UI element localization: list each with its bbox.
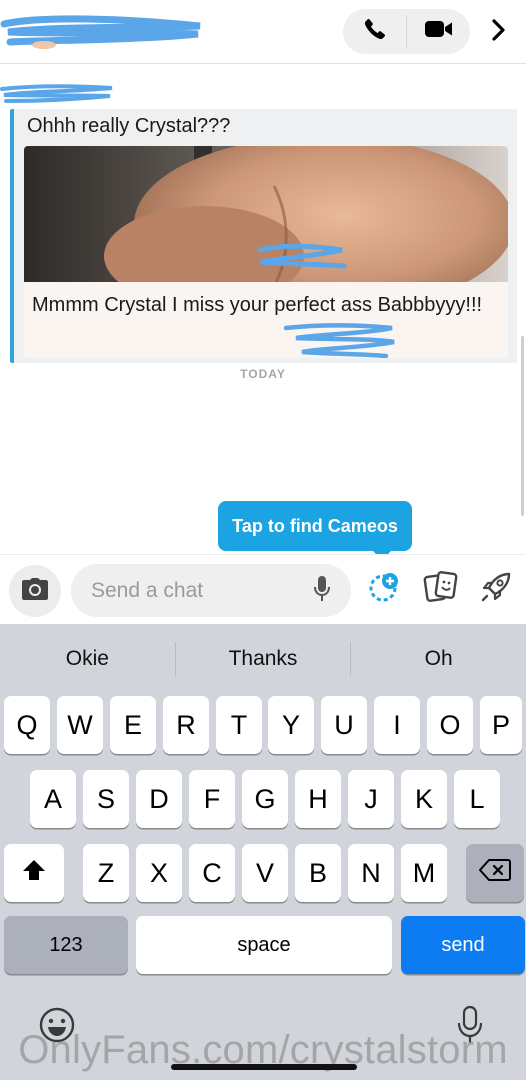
redacted-sender-scribble [0,83,120,110]
chat-header [0,0,526,64]
camera-button[interactable] [9,565,61,617]
stickers-card-icon [423,570,459,609]
key-z[interactable]: Z [83,844,129,902]
suggestion-1[interactable]: Okie [0,638,175,680]
chat-thread: Ohhh really Crystal??? Mmmm Crystal I mi… [0,64,526,560]
key-k[interactable]: K [401,770,447,828]
key-b[interactable]: B [295,844,341,902]
key-g[interactable]: G [242,770,288,828]
voice-note-button[interactable] [308,574,336,608]
key-u[interactable]: U [321,696,367,754]
ios-keyboard: Okie Thanks Oh Q W E R T Y U I O P A S D… [0,624,526,1080]
video-call-button[interactable] [407,9,470,54]
composer-bar [0,554,526,624]
games-button[interactable] [476,569,516,609]
rocket-icon [479,570,513,609]
delete-key[interactable] [466,844,524,902]
key-v[interactable]: V [242,844,288,902]
key-i[interactable]: I [374,696,420,754]
key-s[interactable]: S [83,770,129,828]
suggestion-3[interactable]: Oh [351,638,526,680]
video-camera-icon [424,18,454,45]
date-divider: TODAY [240,367,286,381]
key-w[interactable]: W [57,696,103,754]
key-a[interactable]: A [30,770,76,828]
chevron-right-icon [491,18,507,47]
redacted-caption-scribble [282,322,402,358]
stickers-button[interactable] [421,569,461,609]
call-actions [343,9,470,54]
backspace-icon [479,858,511,889]
predictive-bar: Okie Thanks Oh [0,638,526,680]
cameo-face-icon [367,570,401,609]
suggestion-2[interactable]: Thanks [176,638,351,680]
cameo-button[interactable] [364,569,404,609]
key-j[interactable]: J [348,770,394,828]
key-e[interactable]: E [110,696,156,754]
key-t[interactable]: T [216,696,262,754]
key-f[interactable]: F [189,770,235,828]
cameos-tooltip[interactable]: Tap to find Cameos [218,501,412,551]
space-key[interactable]: space [136,916,392,974]
snap-caption: Mmmm Crystal I miss your perfect ass Bab… [32,294,483,316]
key-l[interactable]: L [454,770,500,828]
send-key[interactable]: send [401,916,525,974]
more-options-button[interactable] [484,14,514,50]
home-indicator[interactable] [171,1064,357,1070]
key-q[interactable]: Q [4,696,50,754]
microphone-icon [313,575,331,608]
key-y[interactable]: Y [268,696,314,754]
shift-arrow-icon [21,858,47,889]
key-m[interactable]: M [401,844,447,902]
key-o[interactable]: O [427,696,473,754]
key-h[interactable]: H [295,770,341,828]
camera-icon [21,577,49,606]
quoted-text: Ohhh really Crystal??? [27,115,231,137]
snap-photo[interactable] [24,146,508,282]
redacted-username-scribble [0,10,210,50]
shift-key[interactable] [4,844,64,902]
key-x[interactable]: X [136,844,182,902]
snap-media[interactable]: Mmmm Crystal I miss your perfect ass Bab… [24,146,508,358]
numbers-key[interactable]: 123 [4,916,128,974]
phone-icon [363,17,387,46]
key-n[interactable]: N [348,844,394,902]
key-c[interactable]: C [189,844,235,902]
key-r[interactable]: R [163,696,209,754]
key-d[interactable]: D [136,770,182,828]
voice-call-button[interactable] [343,9,406,54]
quoted-message[interactable]: Ohhh really Crystal??? Mmmm Crystal I mi… [10,109,517,363]
key-p[interactable]: P [480,696,522,754]
chat-scrollbar[interactable] [521,336,524,516]
